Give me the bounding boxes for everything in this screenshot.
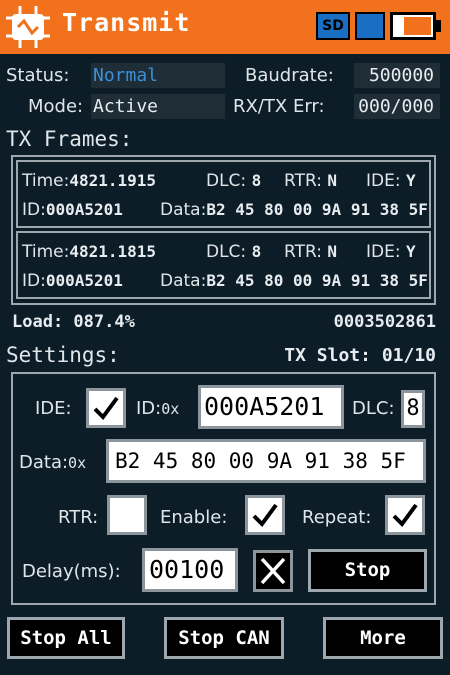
stop-all-button[interactable]: Stop All — [7, 617, 125, 659]
frame-time: 4821.1815 — [69, 242, 157, 261]
mode-label: Mode: — [28, 96, 84, 117]
baudrate-label: Baudrate: — [245, 65, 334, 86]
rtr-label: RTR: — [58, 507, 99, 528]
delay-input[interactable]: 00100 — [142, 548, 238, 592]
checkmark-icon — [392, 503, 418, 528]
enable-label: Enable: — [160, 507, 228, 528]
frame-time-label: Time: — [22, 242, 70, 262]
frame-dlc-label: DLC: — [206, 242, 247, 262]
frame-rtr-label: RTR: — [284, 242, 322, 262]
id-input[interactable]: 000A5201 — [198, 385, 344, 429]
mode-value: Active — [91, 94, 225, 119]
status-value: Normal — [91, 63, 225, 88]
data-input[interactable]: B2 45 80 00 9A 91 38 5F — [106, 439, 426, 483]
battery-level — [404, 17, 431, 35]
frame-ide-label: IDE: — [366, 242, 401, 262]
settings-panel: IDE: ID:0x 000A5201 DLC: 8 Data:0x B2 45… — [11, 372, 436, 605]
stop-can-button[interactable]: Stop CAN — [164, 617, 284, 659]
checkmark-icon — [93, 396, 119, 421]
checkmark-icon — [252, 503, 278, 528]
frame-ide: Y — [405, 171, 416, 190]
frame-rtr: N — [327, 171, 338, 190]
frame-rtr-label: RTR: — [284, 171, 322, 191]
frame-id: 000A5201 — [45, 200, 123, 219]
frame-id: 000A5201 — [45, 271, 123, 290]
battery-icon — [390, 12, 436, 40]
stop-slot-button[interactable]: Stop — [308, 549, 427, 592]
data-label: Data:0x — [19, 452, 86, 473]
frame-ide-label: IDE: — [366, 171, 401, 191]
frame-data: B2 45 80 00 9A 91 38 5F — [206, 200, 428, 219]
tx-frame-entry: Time:4821.1815 DLC: 8 RTR: N IDE: Y ID:0… — [16, 231, 431, 299]
rxtx-err-value: 000/000 — [354, 94, 440, 119]
battery-tip — [436, 20, 441, 32]
repeat-checkbox[interactable] — [385, 495, 425, 535]
rtr-checkbox[interactable] — [107, 495, 147, 535]
enable-checkbox[interactable] — [245, 495, 285, 535]
bus-load: Load: 087.4% — [12, 312, 135, 332]
connection-status-icon — [355, 12, 385, 40]
frame-counter: 0003502861 — [333, 312, 436, 332]
tx-frames-list: Time:4821.1915 DLC: 8 RTR: N IDE: Y ID:0… — [11, 155, 436, 305]
frame-dlc-label: DLC: — [206, 171, 247, 191]
data-hex-prefix: 0x — [68, 454, 87, 472]
frame-dlc: 8 — [251, 242, 262, 261]
more-button[interactable]: More — [323, 617, 443, 659]
close-icon — [260, 557, 286, 585]
frame-id-label: ID: — [22, 271, 46, 291]
tx-frame-entry: Time:4821.1915 DLC: 8 RTR: N IDE: Y ID:0… — [16, 160, 431, 228]
id-hex-prefix: 0x — [161, 400, 180, 418]
clear-slot-button[interactable] — [253, 550, 293, 592]
frame-time: 4821.1915 — [69, 171, 157, 190]
id-label-text: ID: — [136, 398, 162, 419]
rxtx-err-label: RX/TX Err: — [233, 96, 325, 117]
ide-checkbox[interactable] — [86, 388, 126, 428]
dlc-label: DLC: — [352, 398, 395, 419]
can-bus-logo-icon — [6, 6, 50, 48]
frame-data-label: Data: — [160, 200, 207, 220]
frame-dlc: 8 — [251, 171, 262, 190]
frame-data: B2 45 80 00 9A 91 38 5F — [206, 271, 428, 290]
baudrate-value: 500000 — [354, 63, 440, 88]
header-bar: Transmit SD — [0, 0, 450, 54]
status-label: Status: — [6, 65, 70, 86]
page-title: Transmit — [62, 8, 191, 37]
frame-id-label: ID: — [22, 200, 46, 220]
tx-slot-indicator: TX Slot: 01/10 — [284, 345, 436, 366]
data-label-text: Data: — [19, 452, 69, 473]
tx-frames-title: TX Frames: — [6, 127, 133, 151]
frame-data-label: Data: — [160, 271, 207, 291]
delay-label: Delay(ms): — [22, 561, 121, 582]
frame-time-label: Time: — [22, 171, 70, 191]
ide-label: IDE: — [35, 398, 72, 419]
frame-ide: Y — [405, 242, 416, 261]
frame-rtr: N — [327, 242, 338, 261]
sd-card-icon: SD — [316, 12, 350, 40]
settings-title: Settings: — [6, 343, 120, 367]
repeat-label: Repeat: — [302, 507, 372, 528]
id-label: ID:0x — [136, 398, 179, 419]
dlc-input[interactable]: 8 — [401, 390, 425, 428]
